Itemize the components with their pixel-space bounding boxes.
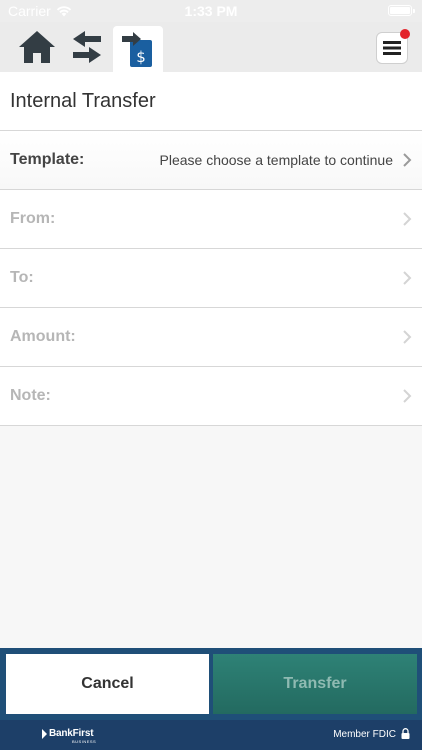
internal-transfer-tab[interactable]: $ bbox=[113, 26, 163, 74]
note-label: Note: bbox=[10, 387, 51, 404]
transfers-button[interactable] bbox=[64, 24, 110, 70]
logo-mark-icon bbox=[42, 728, 47, 739]
chevron-right-icon bbox=[403, 389, 412, 403]
menu-button[interactable] bbox=[376, 29, 410, 64]
template-label: Template: bbox=[10, 151, 85, 168]
hamburger-menu-icon bbox=[383, 41, 401, 55]
brand-sub: BUSINESS bbox=[72, 739, 97, 744]
status-bar: Carrier 1:33 PM bbox=[0, 0, 422, 22]
home-icon bbox=[19, 31, 55, 63]
note-row[interactable]: Note: bbox=[0, 367, 422, 426]
transfer-form: Template: Please choose a template to co… bbox=[0, 131, 422, 426]
to-row[interactable]: To: bbox=[0, 249, 422, 308]
amount-row[interactable]: Amount: bbox=[0, 308, 422, 367]
battery-icon bbox=[388, 5, 415, 16]
home-button[interactable] bbox=[14, 24, 60, 70]
member-fdic-label: Member FDIC bbox=[333, 729, 396, 740]
chevron-right-icon bbox=[403, 153, 412, 167]
from-label: From: bbox=[10, 210, 56, 227]
page-title: Internal Transfer bbox=[0, 72, 422, 131]
dollar-transfer-icon: $ bbox=[122, 32, 152, 67]
action-bar: Cancel Transfer bbox=[0, 648, 422, 720]
cancel-button[interactable]: Cancel bbox=[6, 654, 209, 714]
top-nav-bar: $ bbox=[0, 22, 422, 74]
chevron-right-icon bbox=[403, 271, 412, 285]
template-row[interactable]: Template: Please choose a template to co… bbox=[0, 131, 422, 190]
template-value: Please choose a template to continue bbox=[159, 152, 394, 168]
status-time: 1:33 PM bbox=[184, 3, 238, 19]
chevron-right-icon bbox=[403, 212, 412, 226]
amount-label: Amount: bbox=[10, 328, 76, 345]
to-label: To: bbox=[10, 269, 34, 286]
swap-arrows-icon bbox=[73, 31, 101, 63]
bank-logo: BankFirst bbox=[42, 728, 94, 739]
from-row[interactable]: From: bbox=[0, 190, 422, 249]
transfer-button[interactable]: Transfer bbox=[213, 654, 417, 714]
notification-badge bbox=[400, 29, 410, 39]
brand-name: BankFirst bbox=[49, 728, 94, 739]
lock-icon bbox=[401, 728, 410, 739]
chevron-right-icon bbox=[403, 330, 412, 344]
svg-text:$: $ bbox=[136, 48, 146, 66]
footer: BankFirst BUSINESS Member FDIC bbox=[0, 720, 422, 750]
